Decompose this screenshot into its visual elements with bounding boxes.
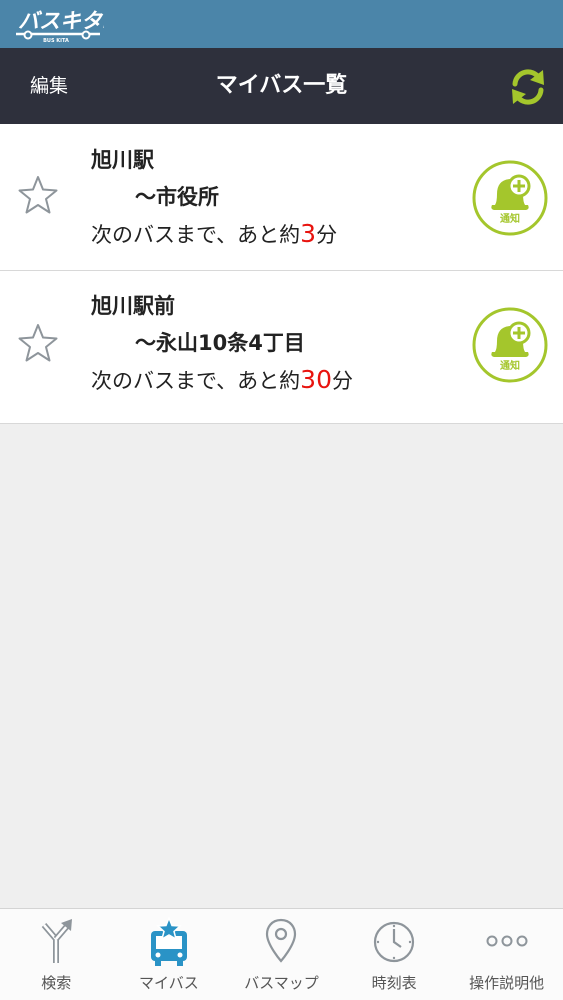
next-bus-prefix: 次のバスまで、あと約 (91, 223, 301, 247)
logo-subtext: BUS KITA (43, 38, 69, 44)
list-item[interactable]: 旭川駅前 〜永山10条4丁目 次のバスまで、あと約30分 通知 (0, 271, 563, 424)
notify-bell-button[interactable]: 通知 (472, 160, 548, 236)
tab-help[interactable]: 操作説明他 (450, 909, 563, 1000)
page-title: マイバス一覧 (215, 73, 348, 98)
bus-star-icon (150, 917, 187, 966)
more-dots-icon (486, 935, 528, 947)
destination-stop: 〜永山10条4丁目 (135, 331, 305, 355)
tab-timetable[interactable]: 時刻表 (338, 909, 451, 1000)
notify-label: 通知 (500, 212, 520, 225)
minutes-unit: 分 (331, 369, 353, 393)
departure-stop: 旭川駅前 (91, 294, 175, 318)
departure-stop: 旭川駅 (91, 148, 154, 172)
tab-label: 時刻表 (371, 974, 417, 992)
notify-label: 通知 (500, 359, 520, 372)
app-banner: バスキタ! BUS KITA (0, 0, 563, 48)
tab-busmap[interactable]: バスマップ (225, 909, 338, 1000)
star-icon[interactable] (17, 322, 59, 364)
tab-label: 検索 (41, 974, 72, 992)
notify-bell-button[interactable]: 通知 (472, 307, 548, 383)
tab-label: 操作説明他 (469, 974, 545, 992)
tab-search[interactable]: 検索 (0, 909, 113, 1000)
map-pin-icon (266, 918, 297, 963)
refresh-icon[interactable] (507, 66, 549, 108)
star-icon[interactable] (17, 174, 59, 216)
clock-icon (373, 921, 415, 963)
tab-mybus[interactable]: マイバス (113, 909, 226, 1000)
tab-bar: 検索 マイバス バスマップ 時刻表 操作説明他 (0, 908, 563, 1000)
minutes-unit: 分 (316, 223, 338, 247)
next-bus-text: 次のバスまで、あと約3分 (91, 219, 337, 249)
my-bus-list: 旭川駅 〜市役所 次のバスまで、あと約3分 通知 旭川駅前 〜永山10条4丁目 … (0, 124, 563, 424)
next-bus-text: 次のバスまで、あと約30分 (91, 365, 353, 395)
route-split-icon (42, 919, 73, 963)
nav-bar: 編集 マイバス一覧 (0, 48, 563, 124)
logo-text: バスキタ! (18, 9, 104, 33)
minutes-value: 30 (300, 365, 332, 394)
list-item[interactable]: 旭川駅 〜市役所 次のバスまで、あと約3分 通知 (0, 124, 563, 271)
next-bus-prefix: 次のバスまで、あと約 (91, 369, 301, 393)
app-logo: バスキタ! BUS KITA (16, 9, 104, 44)
tab-label: マイバス (139, 974, 199, 992)
destination-stop: 〜市役所 (135, 185, 219, 209)
tab-label: バスマップ (244, 974, 319, 992)
minutes-value: 3 (300, 219, 317, 248)
